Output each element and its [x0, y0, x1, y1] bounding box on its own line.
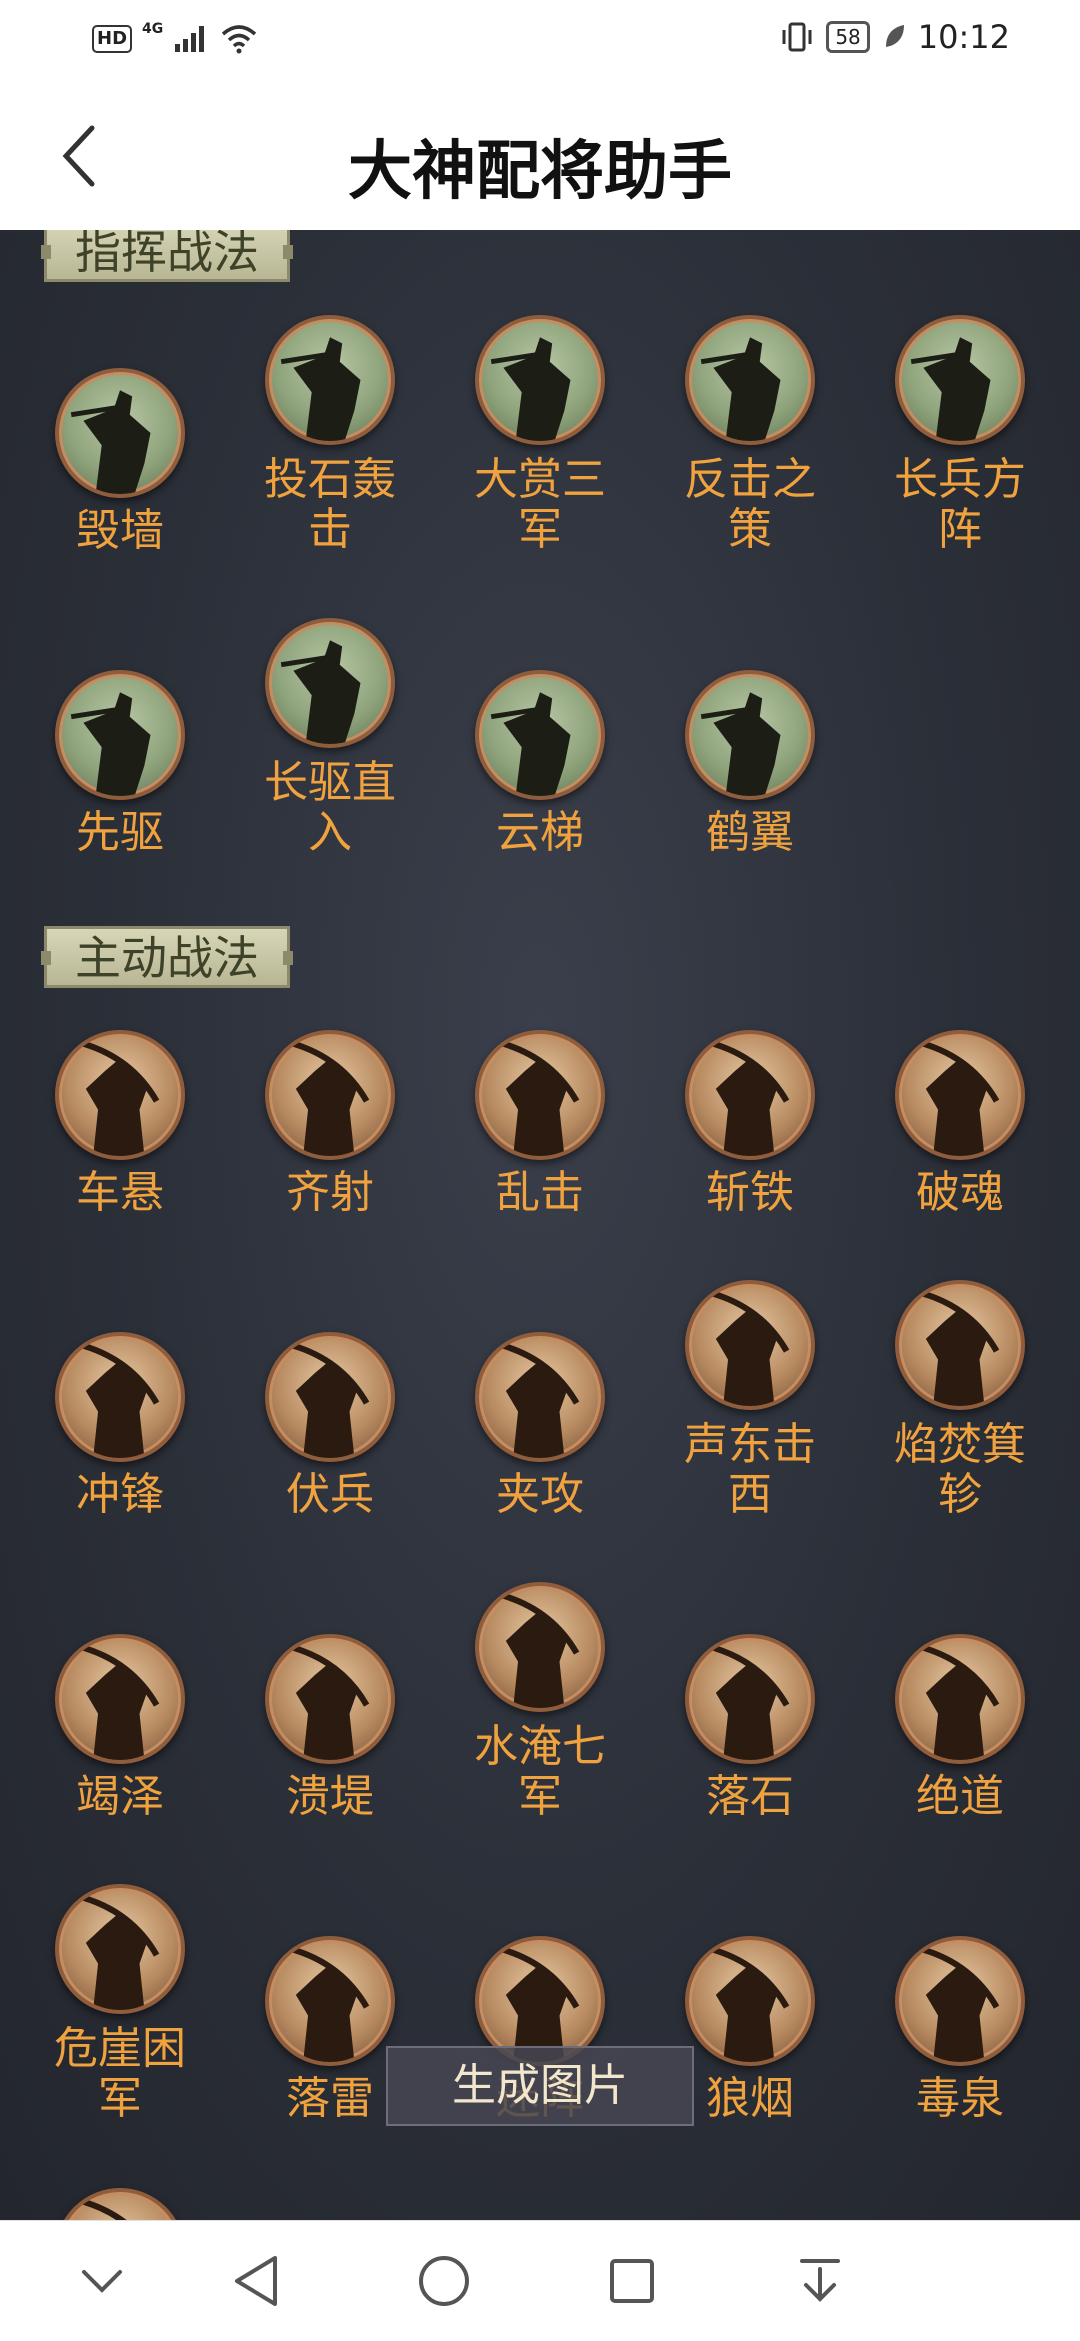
home-nav-button[interactable]: [414, 2251, 474, 2311]
battery-level: 58: [826, 21, 870, 53]
skill-name: 水淹七军: [474, 1721, 606, 1822]
general-icon: [265, 315, 395, 445]
notification-pull-button[interactable]: [790, 2251, 850, 2311]
leaf-icon: [885, 25, 904, 47]
skill-name: 破魂: [916, 1167, 1004, 1218]
skill-name: 长兵方阵: [894, 454, 1026, 555]
skill-name: 齐射: [286, 1167, 374, 1218]
status-bar: HD 4G 58 10:12: [0, 0, 1080, 82]
general-icon: [685, 315, 815, 445]
general-icon: [55, 368, 185, 498]
system-nav-bar: [0, 2220, 1080, 2341]
status-right: 58 10:12: [780, 18, 1010, 56]
warrior-icon: [685, 1280, 815, 1410]
skill-name: 鹤翼: [706, 807, 794, 858]
status-left: HD 4G: [92, 21, 259, 54]
general-icon: [685, 670, 815, 800]
wifi-icon: [222, 25, 257, 54]
vibrate-icon: [782, 22, 812, 52]
skill-name: 焰焚箕轸: [894, 1419, 1026, 1520]
skill-name: 投石轰击: [264, 454, 396, 555]
skill-name: 长驱直入: [264, 757, 396, 858]
warrior-icon: [55, 1884, 185, 2014]
warrior-icon: [55, 1030, 185, 1160]
pull-down-icon: [800, 2259, 840, 2302]
skill-name: 绝道: [916, 1771, 1004, 1822]
skill-name: 车悬: [76, 1167, 164, 1218]
skill-name: 夹攻: [496, 1469, 584, 1520]
hide-nav-button[interactable]: [72, 2251, 132, 2311]
page-title: 大神配将助手: [348, 135, 732, 209]
recents-nav-button[interactable]: [602, 2251, 662, 2311]
skill-name: 冲锋: [76, 1469, 164, 1520]
skill-name: 云梯: [496, 807, 584, 858]
skill-name: 先驱: [76, 807, 164, 858]
warrior-icon: [475, 1582, 605, 1712]
status-time: 10:12: [917, 18, 1010, 56]
warrior-icon: [895, 1280, 1025, 1410]
skill-name: 竭泽: [76, 1771, 164, 1822]
general-icon: [895, 315, 1025, 445]
hd-badge: HD: [92, 25, 133, 53]
skill-name: 反击之策: [684, 454, 816, 555]
generate-image-button[interactable]: 生成图片: [386, 2046, 694, 2126]
warrior-icon: [895, 1030, 1025, 1160]
general-icon: [475, 315, 605, 445]
general-icon: [265, 618, 395, 748]
skill-name: 溃堤: [286, 1771, 374, 1822]
warrior-icon: [265, 1030, 395, 1160]
skill-name: 乱击: [496, 1167, 584, 1218]
circle-home-icon: [419, 2256, 469, 2306]
skill-name: 声东击西: [684, 1419, 816, 1520]
warrior-icon: [55, 1634, 185, 1764]
warrior-icon: [475, 1030, 605, 1160]
square-recents-icon: [610, 2259, 654, 2303]
general-icon: [55, 670, 185, 800]
section-label-command: 指挥战法: [41, 230, 293, 282]
warrior-icon: [685, 1634, 815, 1764]
network-type: 4G: [142, 21, 164, 37]
general-icon: [475, 670, 605, 800]
warrior-icon: [685, 1030, 815, 1160]
skill-list[interactable]: 指挥战法 毁墙 投石轰击 大赏三军 反击之策 长兵方 阵 先驱 长驱直 入 云梯…: [0, 230, 1080, 2220]
warrior-icon: [265, 1634, 395, 1764]
skill-name: 伏兵: [286, 1469, 374, 1520]
warrior-icon: [55, 2188, 185, 2220]
skill-name: 毒泉: [916, 2073, 1004, 2124]
skill-name: 危崖困军: [54, 2023, 186, 2124]
skill-name: 落石: [706, 1771, 794, 1822]
warrior-icon: [895, 1634, 1025, 1764]
triangle-back-icon: [235, 2256, 277, 2306]
warrior-icon: [475, 1332, 605, 1462]
warrior-icon: [895, 1936, 1025, 2066]
warrior-icon: [685, 1936, 815, 2066]
signal-icon: [175, 26, 205, 52]
back-nav-button[interactable]: [226, 2251, 286, 2311]
chevron-down-icon: [82, 2270, 122, 2293]
app-bar: 大神配将助手: [0, 82, 1080, 230]
warrior-icon: [55, 1332, 185, 1462]
skill-name: 斩铁: [706, 1167, 794, 1218]
skill-name: 毁墙: [76, 505, 164, 556]
section-label-active: 主动战法: [41, 926, 293, 988]
warrior-icon: [265, 1332, 395, 1462]
skill-name: 大赏三军: [474, 454, 606, 555]
warrior-icon: [265, 1936, 395, 2066]
